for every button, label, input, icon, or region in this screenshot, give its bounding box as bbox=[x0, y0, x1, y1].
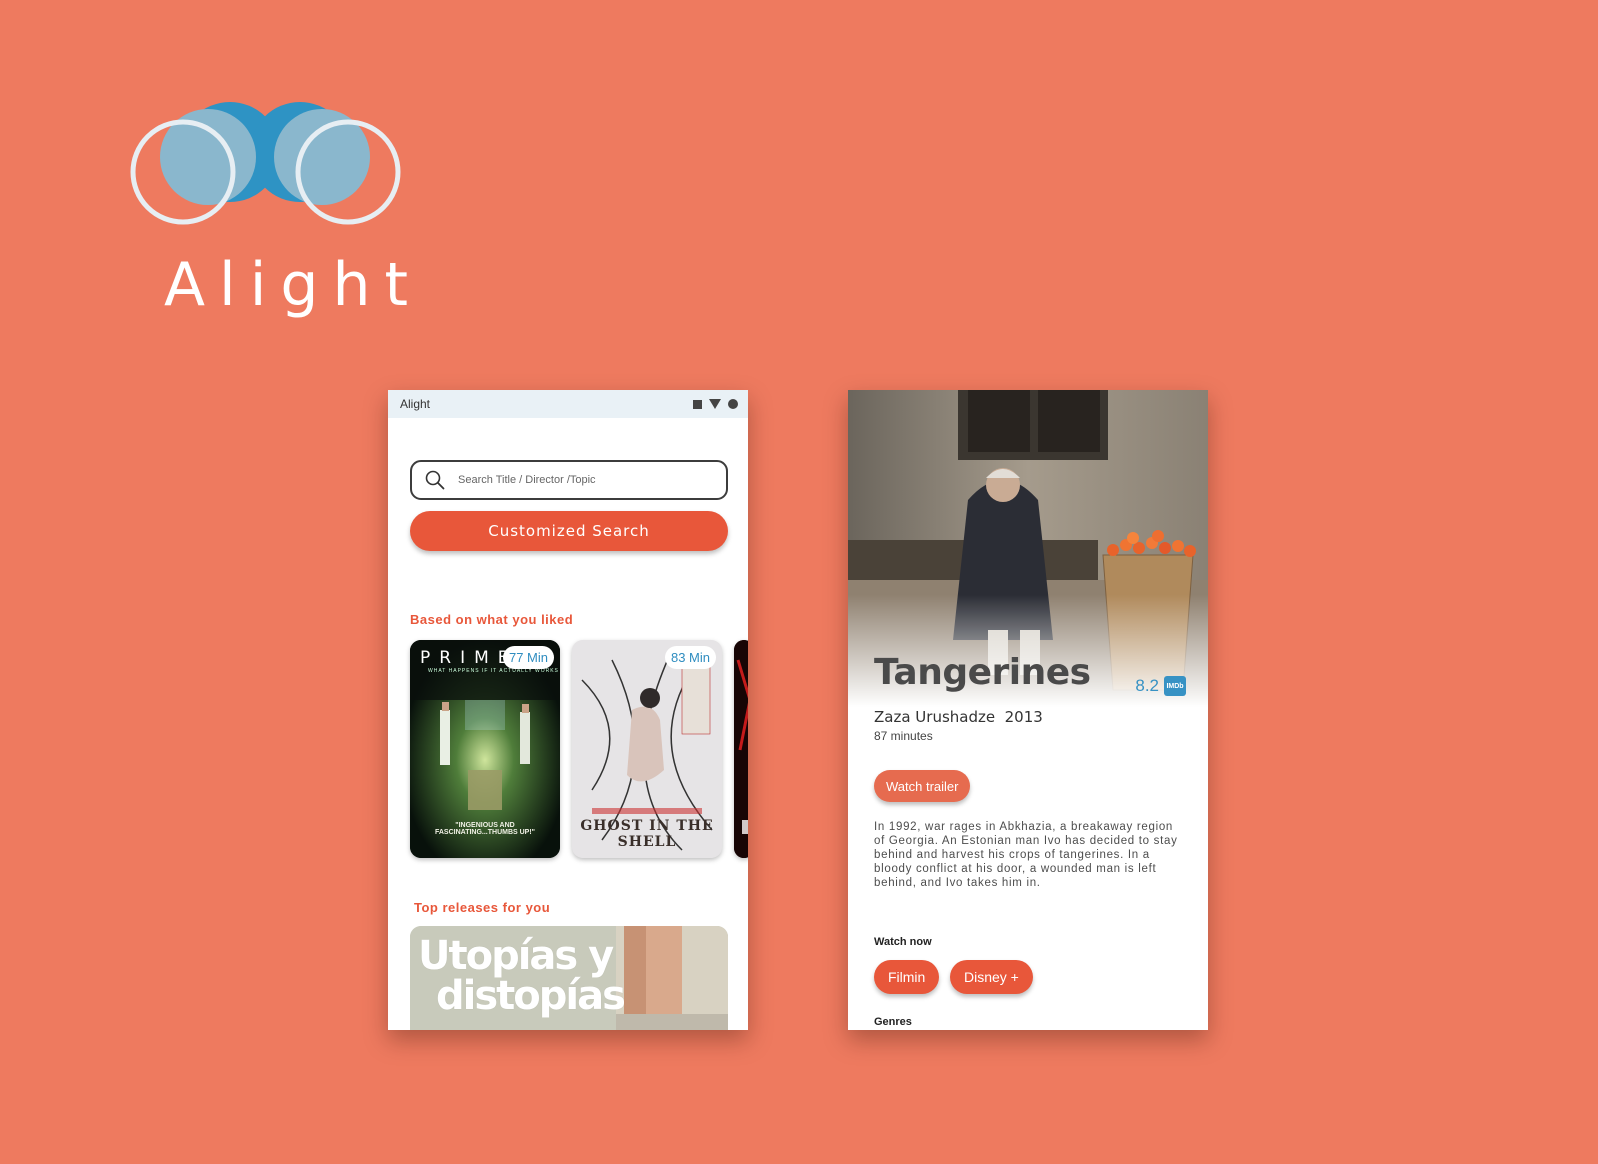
poster-art bbox=[734, 640, 748, 858]
release-headline: Utopías y distopías bbox=[418, 936, 626, 1019]
customized-search-button[interactable]: Customized Search bbox=[410, 511, 728, 551]
duration-badge: 83 Min bbox=[664, 646, 716, 669]
genres-label: Genres bbox=[874, 1016, 912, 1028]
duration-badge: 77 Min bbox=[502, 646, 554, 669]
liked-section-title: Based on what you liked bbox=[410, 612, 574, 627]
status-bar-title: Alight bbox=[400, 397, 431, 411]
wifi-triangle-icon bbox=[709, 399, 721, 409]
movie-poster-card[interactable]: PRIMER WHAT HAPPENS IF IT ACTUALLY WORKS… bbox=[410, 640, 560, 858]
square-icon bbox=[693, 399, 702, 409]
director-year: Zaza Urushadze 2013 bbox=[874, 708, 1043, 726]
rating-value: 8.2 bbox=[1135, 676, 1159, 695]
brand-name: Alight bbox=[164, 250, 423, 320]
provider-button-disney[interactable]: Disney + bbox=[950, 960, 1033, 994]
movie-poster-card[interactable] bbox=[734, 640, 748, 858]
status-bar: Alight bbox=[388, 390, 748, 418]
movie-poster-card[interactable]: GHOST IN THE SHELL 83 Min bbox=[572, 640, 722, 858]
synopsis: In 1992, war rages in Abkhazia, a breaka… bbox=[874, 821, 1178, 889]
release-year: 2013 bbox=[1004, 708, 1043, 726]
release-headline-line: distopías bbox=[436, 973, 626, 1019]
binoculars-logo-icon bbox=[130, 102, 401, 225]
home-screen: Alight Customized Search Based on what y… bbox=[388, 390, 748, 1030]
imdb-icon: IMDb bbox=[1164, 676, 1186, 696]
status-icons bbox=[693, 399, 738, 409]
search-icon bbox=[425, 470, 445, 490]
poster-quote: "INGENIOUS AND FASCINATING...THUMBS UP!" bbox=[434, 822, 536, 836]
detail-screen: Tangerines 8.2 IMDb Zaza Urushadze 2013 … bbox=[848, 390, 1208, 1030]
search-box[interactable] bbox=[410, 460, 728, 500]
director-name: Zaza Urushadze bbox=[874, 708, 996, 726]
watch-now-label: Watch now bbox=[874, 936, 932, 948]
poster-title: GHOST IN THE SHELL bbox=[580, 818, 714, 850]
search-input[interactable] bbox=[456, 473, 710, 487]
release-card[interactable]: Utopías y distopías bbox=[410, 926, 728, 1030]
battery-dot-icon bbox=[728, 399, 738, 409]
imdb-rating: 8.2 IMDb bbox=[1135, 676, 1186, 696]
top-releases-title: Top releases for you bbox=[414, 900, 551, 915]
provider-button-filmin[interactable]: Filmin bbox=[874, 960, 940, 994]
movie-title: Tangerines bbox=[874, 652, 1091, 693]
watch-trailer-button[interactable]: Watch trailer bbox=[874, 770, 971, 802]
runtime: 87 minutes bbox=[874, 729, 933, 743]
